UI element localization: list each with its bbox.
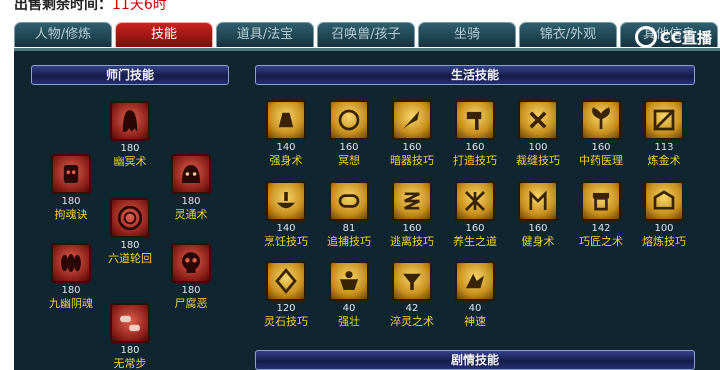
craftsman-icon	[581, 181, 621, 221]
health-icon	[455, 181, 495, 221]
life-skill[interactable]: 100 裁缝技巧	[508, 100, 568, 168]
life-skill[interactable]: 160 打造技巧	[445, 100, 505, 168]
life-skills-header: 生活技能	[255, 65, 695, 85]
life-skill[interactable]: 160 冥想	[319, 100, 379, 168]
footsteps-icon	[110, 303, 150, 343]
tab-mounts[interactable]: 坐骑	[418, 22, 516, 47]
life-skill[interactable]: 40 强壮	[319, 261, 379, 329]
tab-bar: 人物/修炼 技能 道具/法宝 召唤兽/孩子 坐骑 锦衣/外观 其他信息	[14, 22, 720, 48]
dart-icon	[392, 100, 432, 140]
school-skill[interactable]: 180 六道轮回	[100, 198, 160, 266]
school-skill[interactable]: 180 拘魂诀	[41, 154, 101, 222]
alchemy-icon	[644, 100, 684, 140]
spirit-icon	[171, 154, 211, 194]
school-skill[interactable]: 180 无常步	[100, 303, 160, 370]
skull-icon	[171, 243, 211, 283]
life-skill[interactable]: 113 炼金术	[634, 100, 694, 168]
life-skill[interactable]: 142 巧匠之术	[571, 181, 631, 249]
life-skill[interactable]: 160 中药医理	[571, 100, 631, 168]
life-skill[interactable]: 160 逃离技巧	[382, 181, 442, 249]
school-skill[interactable]: 180 灵通术	[161, 154, 221, 222]
cooking-icon	[266, 181, 306, 221]
body-icon	[266, 100, 306, 140]
gem-icon	[266, 261, 306, 301]
tempering-icon	[392, 261, 432, 301]
cc-logo-icon	[634, 26, 657, 48]
school-skills-header: 师门技能	[31, 65, 229, 85]
tab-outfits[interactable]: 锦衣/外观	[519, 22, 617, 47]
skills-panel: 师门技能 生活技能 剧情技能 180 幽冥术 180 拘魂诀 180 灵通术 1…	[14, 48, 720, 370]
soul-binding-icon	[51, 154, 91, 194]
school-skill[interactable]: 180 幽冥术	[100, 101, 160, 169]
sale-time-value: 11天6时	[112, 0, 167, 13]
strength-icon	[329, 261, 369, 301]
life-skill[interactable]: 42 淬灵之术	[382, 261, 442, 329]
chase-icon	[329, 181, 369, 221]
tab-items[interactable]: 道具/法宝	[216, 22, 314, 47]
sale-time-text: 出售剩余时间：11天6时	[14, 0, 167, 14]
life-skill[interactable]: 81 追捕技巧	[319, 181, 379, 249]
escape-icon	[392, 181, 432, 221]
shades-icon	[51, 243, 91, 283]
wheel-icon	[110, 198, 150, 238]
life-skill[interactable]: 100 熔炼技巧	[634, 181, 694, 249]
watermark-logo: CC直播	[634, 26, 712, 48]
hammer-icon	[455, 100, 495, 140]
ghost-icon	[110, 101, 150, 141]
meditate-icon	[329, 100, 369, 140]
life-skill[interactable]: 40 神速	[445, 261, 505, 329]
herb-icon	[581, 100, 621, 140]
school-skill[interactable]: 180 尸腐恶	[161, 243, 221, 311]
life-skill[interactable]: 140 强身术	[256, 100, 316, 168]
sale-time-label: 出售剩余时间：	[14, 0, 112, 13]
speed-icon	[455, 261, 495, 301]
smelting-icon	[644, 181, 684, 221]
life-skill[interactable]: 160 暗器技巧	[382, 100, 442, 168]
tab-character[interactable]: 人物/修炼	[14, 22, 112, 47]
plot-skills-header: 剧情技能	[255, 350, 695, 370]
life-skill[interactable]: 160 健身术	[508, 181, 568, 249]
life-skill[interactable]: 140 烹饪技巧	[256, 181, 316, 249]
tab-pets[interactable]: 召唤兽/孩子	[317, 22, 415, 47]
watermark-text: CC直播	[659, 28, 712, 47]
school-skill[interactable]: 180 九幽阴魂	[41, 243, 101, 311]
life-skill[interactable]: 160 养生之道	[445, 181, 505, 249]
scissors-icon	[518, 100, 558, 140]
fitness-icon	[518, 181, 558, 221]
life-skill[interactable]: 120 灵石技巧	[256, 261, 316, 329]
header-bar: 出售剩余时间：11天6时	[0, 0, 720, 22]
tab-skills[interactable]: 技能	[115, 22, 213, 47]
